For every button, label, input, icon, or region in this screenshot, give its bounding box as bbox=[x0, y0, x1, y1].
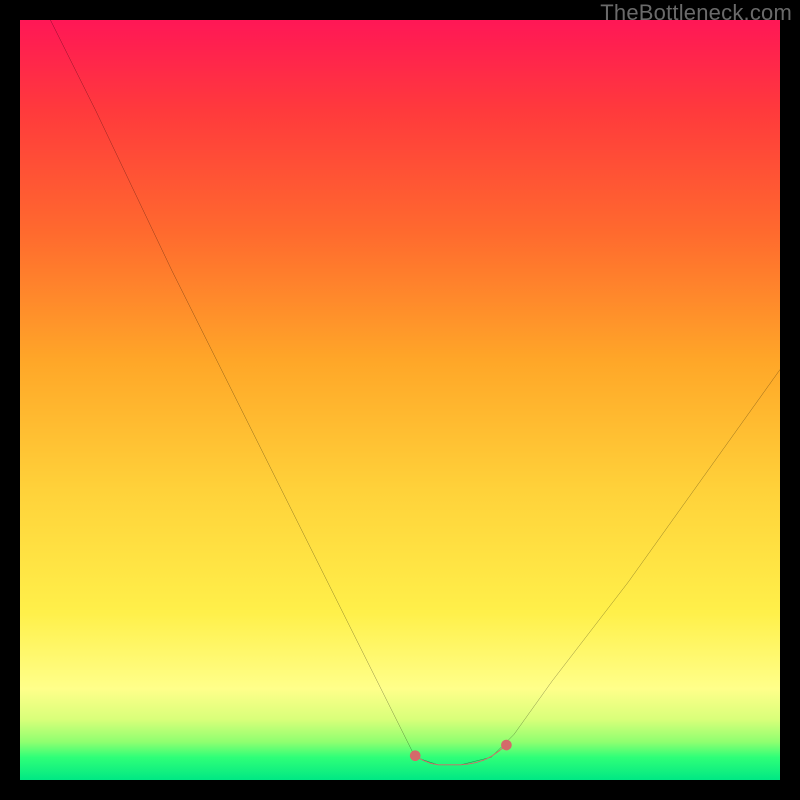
chart-plot-area bbox=[20, 20, 780, 780]
chart-svg bbox=[20, 20, 780, 780]
watermark-text: TheBottleneck.com bbox=[600, 0, 792, 26]
optimal-zone-endpoint-left bbox=[410, 750, 421, 761]
chart-frame: TheBottleneck.com bbox=[0, 0, 800, 800]
bottleneck-curve bbox=[50, 20, 780, 765]
optimal-zone-endpoint-right bbox=[501, 740, 512, 751]
